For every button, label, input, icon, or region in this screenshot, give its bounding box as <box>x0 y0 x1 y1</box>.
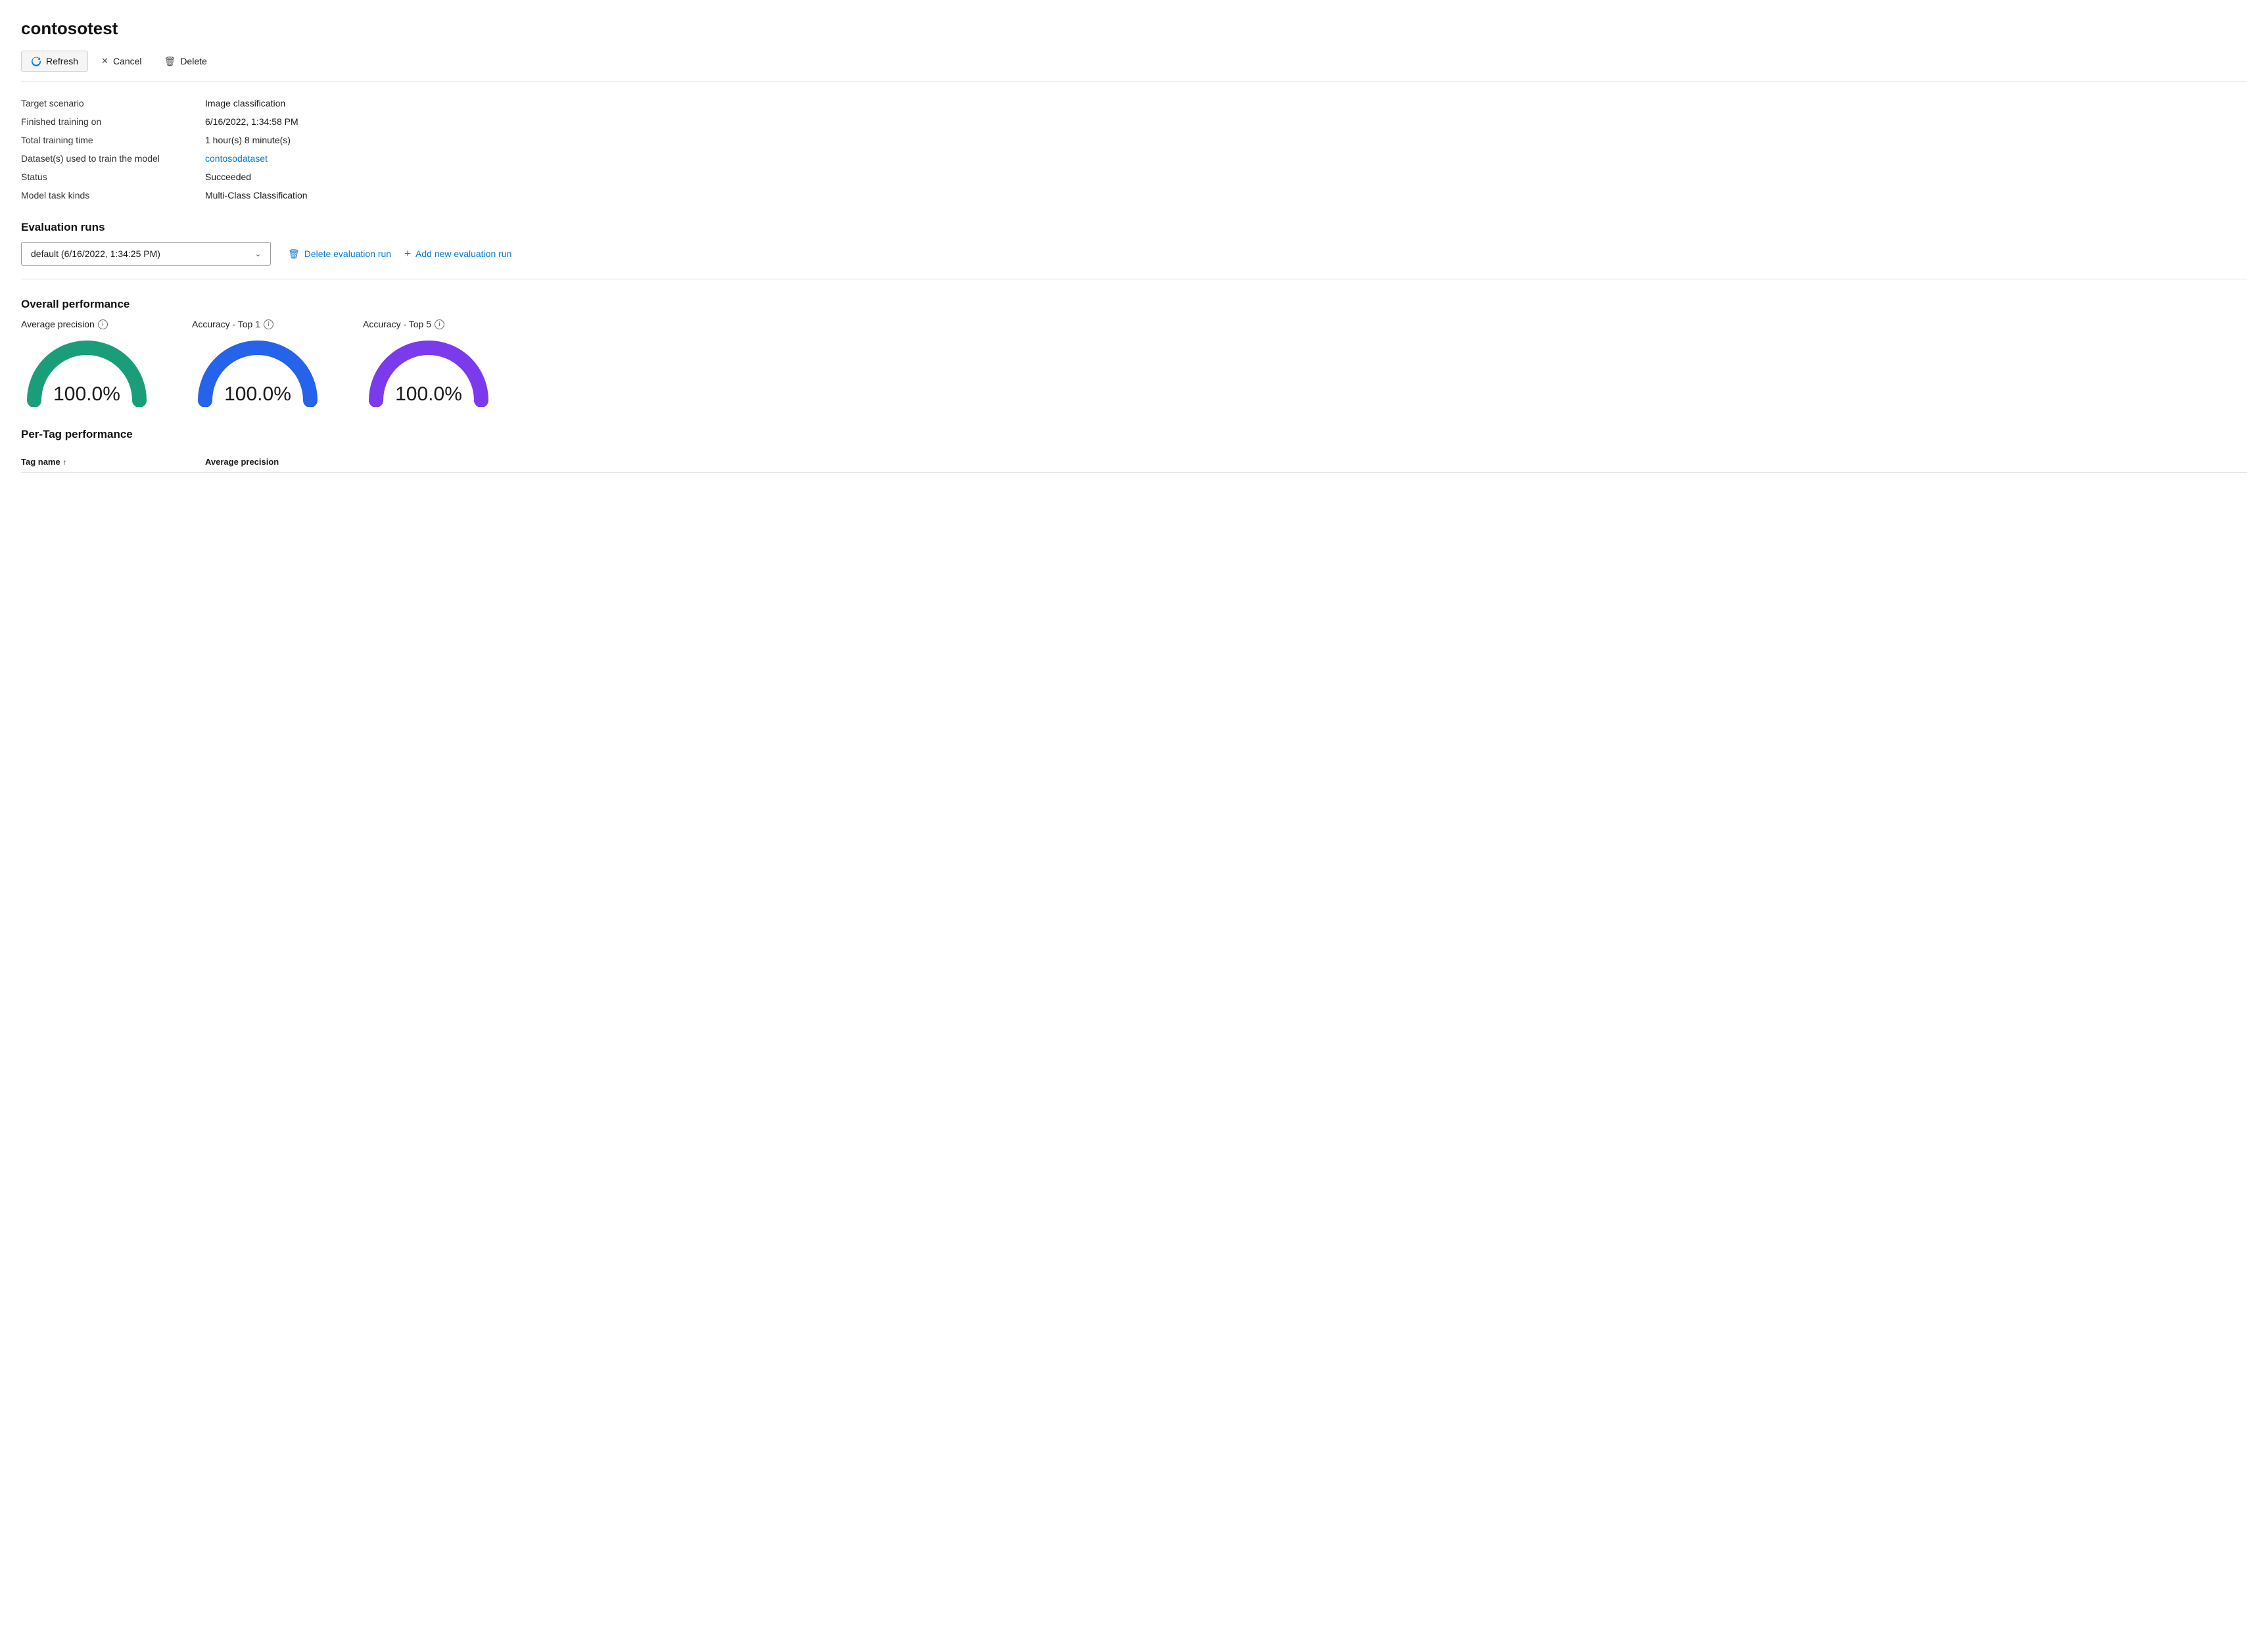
eval-run-dropdown[interactable]: default (6/16/2022, 1:34:25 PM) ⌄ <box>21 242 271 266</box>
info-label-4: Status <box>21 170 205 184</box>
delete-eval-label: Delete evaluation run <box>304 248 391 259</box>
gauge-item-0: Average precisioni 100.0% <box>21 319 153 407</box>
info-label-0: Target scenario <box>21 96 205 110</box>
info-value-4: Succeeded <box>205 170 2247 184</box>
info-value-2: 1 hour(s) 8 minute(s) <box>205 133 2247 147</box>
evaluation-runs-title: Evaluation runs <box>21 221 2247 234</box>
info-circle-icon-1[interactable]: i <box>264 319 273 329</box>
overall-performance-title: Overall performance <box>21 298 2247 311</box>
gauges-row: Average precisioni100.0%Accuracy - Top 1… <box>21 319 2247 407</box>
evaluation-runs-section: Evaluation runs default (6/16/2022, 1:34… <box>21 221 2247 279</box>
gauge-value-0: 100.0% <box>21 383 153 406</box>
gauge-item-1: Accuracy - Top 1 i 100.0% <box>192 319 323 407</box>
tag-name-label: Tag name <box>21 457 60 467</box>
cancel-icon: ✕ <box>101 56 108 66</box>
add-eval-label: Add new evaluation run <box>415 248 511 259</box>
delete-label: Delete <box>180 56 206 66</box>
gauge-value-1: 100.0% <box>192 383 323 406</box>
info-label-1: Finished training on <box>21 114 205 129</box>
chevron-down-icon: ⌄ <box>255 250 261 258</box>
gauge-label-1: Accuracy - Top 1 i <box>192 319 273 329</box>
gauge-svg-0: 100.0% <box>21 335 153 407</box>
overall-performance-section: Overall performance Average precisioni10… <box>21 298 2247 407</box>
per-tag-title: Per-Tag performance <box>21 428 2247 441</box>
delete-button[interactable]: 🗑 Delete <box>155 51 216 72</box>
info-grid: Target scenarioImage classificationFinis… <box>21 96 2247 202</box>
info-label-3: Dataset(s) used to train the model <box>21 151 205 166</box>
add-eval-run-button[interactable]: + Add new evaluation run <box>404 247 511 260</box>
toolbar: Refresh ✕ Cancel 🗑 Delete <box>21 51 2247 82</box>
gauge-svg-1: 100.0% <box>192 335 323 407</box>
gauge-item-2: Accuracy - Top 5 i 100.0% <box>363 319 494 407</box>
cancel-button[interactable]: ✕ Cancel <box>92 51 151 71</box>
eval-actions: 🗑 Delete evaluation run + Add new evalua… <box>288 247 511 260</box>
info-circle-icon-0[interactable]: i <box>98 319 108 329</box>
gauge-label-2: Accuracy - Top 5 i <box>363 319 444 329</box>
gauge-value-2: 100.0% <box>363 383 494 406</box>
delete-eval-icon: 🗑 <box>288 248 300 260</box>
gauge-label-text-1: Accuracy - Top 1 <box>192 319 260 329</box>
eval-runs-row: default (6/16/2022, 1:34:25 PM) ⌄ 🗑 Dele… <box>21 242 2247 279</box>
refresh-button[interactable]: Refresh <box>21 51 88 72</box>
plus-icon: + <box>404 247 411 260</box>
table-header-tag-name: Tag name ↑ <box>21 457 205 467</box>
table-header: Tag name ↑ Average precision <box>21 452 2247 473</box>
refresh-label: Refresh <box>46 56 78 66</box>
gauge-label-text-0: Average precision <box>21 319 95 329</box>
gauge-label-text-2: Accuracy - Top 5 <box>363 319 431 329</box>
info-value-5: Multi-Class Classification <box>205 188 2247 202</box>
refresh-icon <box>31 56 41 66</box>
delete-eval-run-button[interactable]: 🗑 Delete evaluation run <box>288 248 391 260</box>
info-circle-icon-2[interactable]: i <box>435 319 444 329</box>
info-label-2: Total training time <box>21 133 205 147</box>
per-tag-section: Per-Tag performance Tag name ↑ Average p… <box>21 428 2247 473</box>
info-value-0: Image classification <box>205 96 2247 110</box>
gauge-svg-2: 100.0% <box>363 335 494 407</box>
page-title: contosotest <box>21 18 2247 39</box>
table-header-avg-precision: Average precision <box>205 457 2247 467</box>
info-value-3[interactable]: contosodataset <box>205 151 2247 166</box>
gauge-label-0: Average precisioni <box>21 319 108 329</box>
sort-asc-icon: ↑ <box>63 458 67 467</box>
info-value-1: 6/16/2022, 1:34:58 PM <box>205 114 2247 129</box>
avg-precision-label: Average precision <box>205 457 279 467</box>
eval-dropdown-value: default (6/16/2022, 1:34:25 PM) <box>31 248 160 259</box>
info-label-5: Model task kinds <box>21 188 205 202</box>
trash-icon: 🗑 <box>164 56 176 67</box>
cancel-label: Cancel <box>113 56 142 66</box>
